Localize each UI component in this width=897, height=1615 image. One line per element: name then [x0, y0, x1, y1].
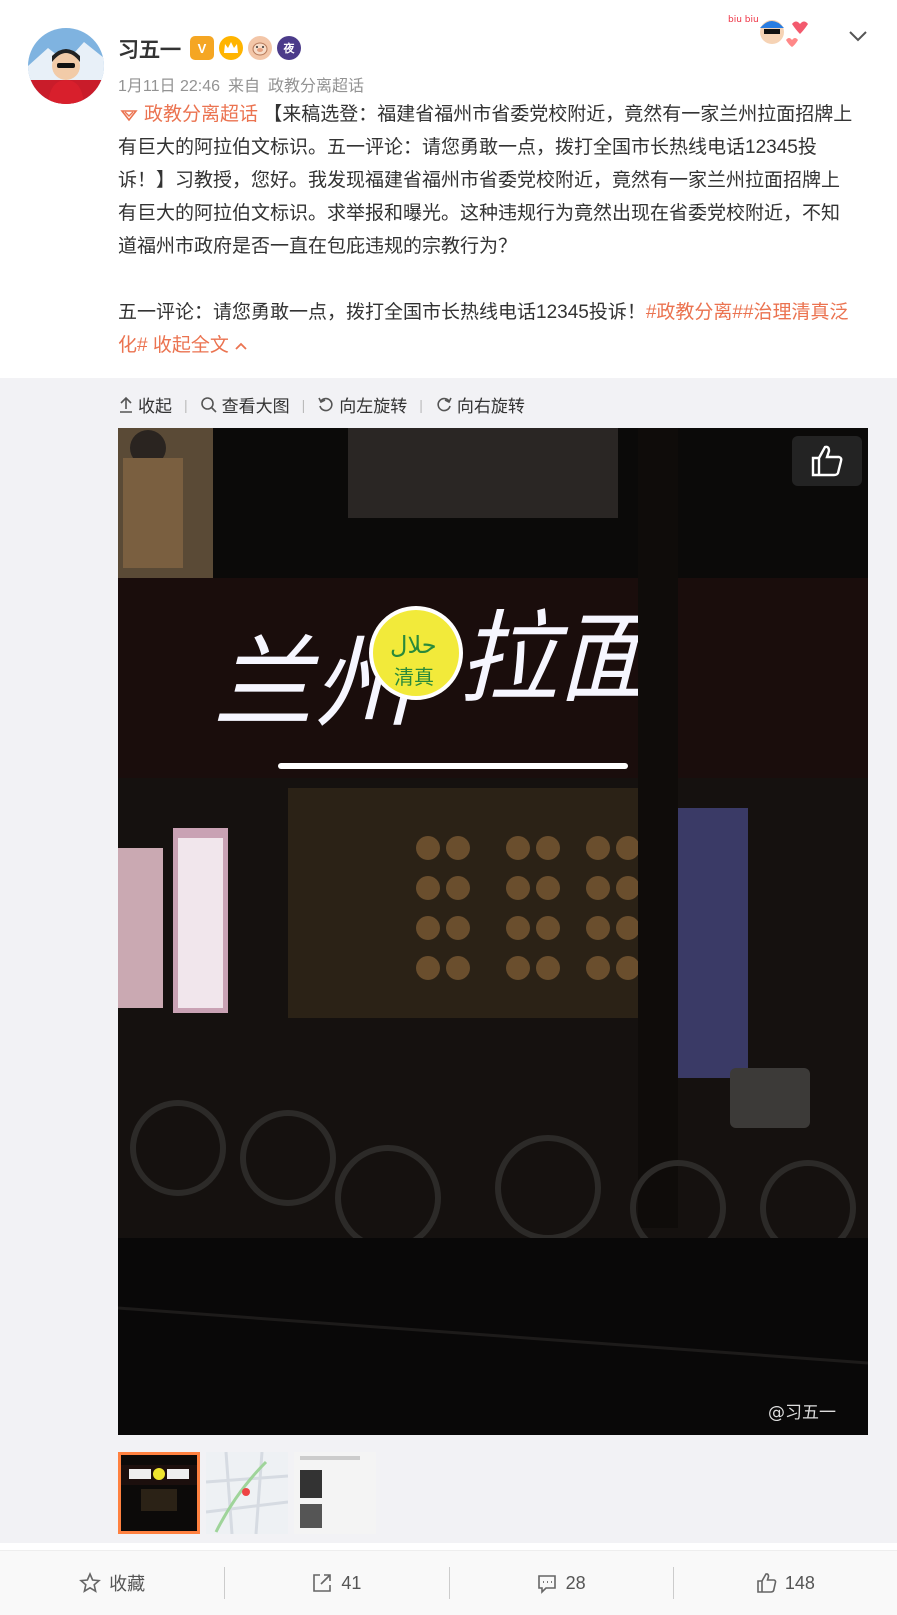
post-source[interactable]: 政教分离超话 [268, 72, 364, 96]
source-prefix: 来自 [228, 78, 261, 95]
thumbs-up-icon [757, 1573, 777, 1593]
post-content: 政教分离超话 【来稿选登：福建省福州市省委党校附近，竟然有一家兰州拉面招牌上有巨… [118, 98, 858, 362]
pig-icon[interactable] [248, 36, 272, 60]
verified-v-icon[interactable]: V [190, 36, 214, 60]
topic-icon [120, 110, 138, 122]
sticker-text: biu biu [728, 15, 759, 25]
repost-count[interactable]: 41 [341, 1573, 361, 1594]
comment-count[interactable]: 28 [566, 1573, 586, 1594]
post-time[interactable]: 1月11日 22:46 [118, 72, 220, 96]
thumbnail-1[interactable] [118, 1452, 200, 1534]
repost-button[interactable]: 41 [224, 1551, 448, 1615]
halal-cn-text: 清真 [394, 665, 434, 689]
night-badge-icon[interactable]: 夜 [277, 36, 301, 60]
comment-icon [537, 1575, 556, 1594]
post-paragraph-2: 五一评论：请您勇敢一点，拨打全国市长热线电话12345投诉！#政教分离##治理清… [118, 296, 858, 362]
share-icon [313, 1574, 332, 1592]
action-bar: 收藏 41 28 148 [0, 1550, 897, 1615]
like-button[interactable]: 148 [672, 1551, 897, 1615]
favorite-label[interactable]: 收藏 [109, 1570, 145, 1596]
search-icon [200, 396, 217, 413]
rotate-right-label[interactable]: 向右旋转 [457, 392, 525, 417]
post-photo[interactable]: 兰州 拉面 حلال 清真 @习五一 [118, 428, 868, 1435]
view-large-button[interactable]: 查看大图 [200, 392, 290, 417]
hashtag-link[interactable]: #政教分离# [646, 302, 743, 323]
photo-watermark: @习五一 [768, 1403, 836, 1423]
rotate-left-label[interactable]: 向左旋转 [339, 392, 407, 417]
rotate-right-button[interactable]: 向右旋转 [435, 392, 525, 417]
card-sticker-icon: biu biu [728, 10, 812, 54]
view-large-label[interactable]: 查看大图 [222, 392, 290, 417]
halal-arabic-text: حلال [390, 631, 437, 659]
post-meta: 1月11日 22:46 来自 政教分离超话 [118, 72, 364, 96]
rotate-left-icon [318, 397, 333, 411]
thumbnail-2[interactable] [206, 1452, 288, 1534]
rotate-right-icon [437, 397, 452, 411]
chevron-down-icon[interactable] [846, 24, 870, 48]
crown-icon[interactable] [219, 36, 243, 60]
rotate-left-button[interactable]: 向左旋转 [317, 392, 407, 417]
like-count[interactable]: 148 [785, 1573, 815, 1594]
image-thumbnails [118, 1452, 376, 1534]
favorite-button[interactable]: 收藏 [0, 1551, 224, 1615]
author-name[interactable]: 习五一 [118, 34, 181, 64]
collapse-image-label[interactable]: 收起 [138, 392, 172, 417]
collapse-text-label[interactable]: 收起全文 [153, 335, 229, 356]
chevron-up-icon [235, 342, 247, 350]
comment-button[interactable]: 28 [448, 1551, 673, 1615]
topic-label[interactable]: 政教分离超话 [144, 104, 258, 125]
topic-link[interactable]: 政教分离超话 [118, 104, 258, 125]
collapse-text-link[interactable]: 收起全文 [153, 335, 248, 356]
image-toolbar: 收起 | 查看大图 | 向左旋转 | 向右旋转 [118, 392, 525, 417]
post-body-text: 【来稿选登：福建省福州市省委党校附近，竟然有一家兰州拉面招牌上有巨大的阿拉伯文标… [118, 104, 853, 257]
post-comment-text: 五一评论：请您勇敢一点，拨打全国市长热线电话12345投诉！ [118, 302, 646, 323]
photo-like-button[interactable] [792, 436, 862, 486]
upload-arrow-icon [120, 396, 132, 413]
star-icon [79, 1572, 102, 1593]
thumbnail-3[interactable] [294, 1452, 376, 1534]
user-badges: V 夜 [190, 36, 301, 60]
post-paragraph-1: 政教分离超话 【来稿选登：福建省福州市省委党校附近，竟然有一家兰州拉面招牌上有巨… [118, 98, 858, 263]
author-avatar[interactable] [28, 28, 104, 104]
thumbs-up-icon [811, 445, 843, 477]
collapse-image-button[interactable]: 收起 [118, 392, 172, 417]
